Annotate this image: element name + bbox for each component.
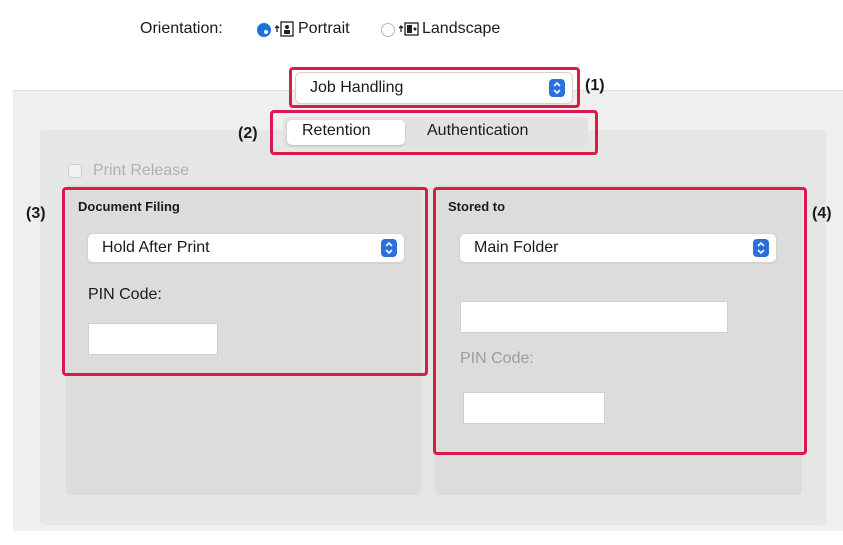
portrait-label[interactable]: Portrait [298,20,350,38]
callout-3-frame [62,187,428,376]
portrait-radio[interactable] [257,23,271,37]
callout-4-frame [433,187,807,455]
orientation-label: Orientation: [140,20,223,37]
callout-2-frame [270,110,598,155]
print-release-checkbox[interactable] [68,164,82,178]
print-release-label: Print Release [93,162,190,179]
callout-1-frame [289,67,580,108]
callout-4: (4) [812,205,832,222]
landscape-orientation-icon [399,22,419,36]
callout-3: (3) [26,205,46,222]
portrait-orientation-icon [275,21,294,37]
callout-1: (1) [585,77,605,94]
callout-2: (2) [238,125,258,142]
landscape-radio[interactable] [381,23,395,37]
landscape-label[interactable]: Landscape [422,20,500,38]
